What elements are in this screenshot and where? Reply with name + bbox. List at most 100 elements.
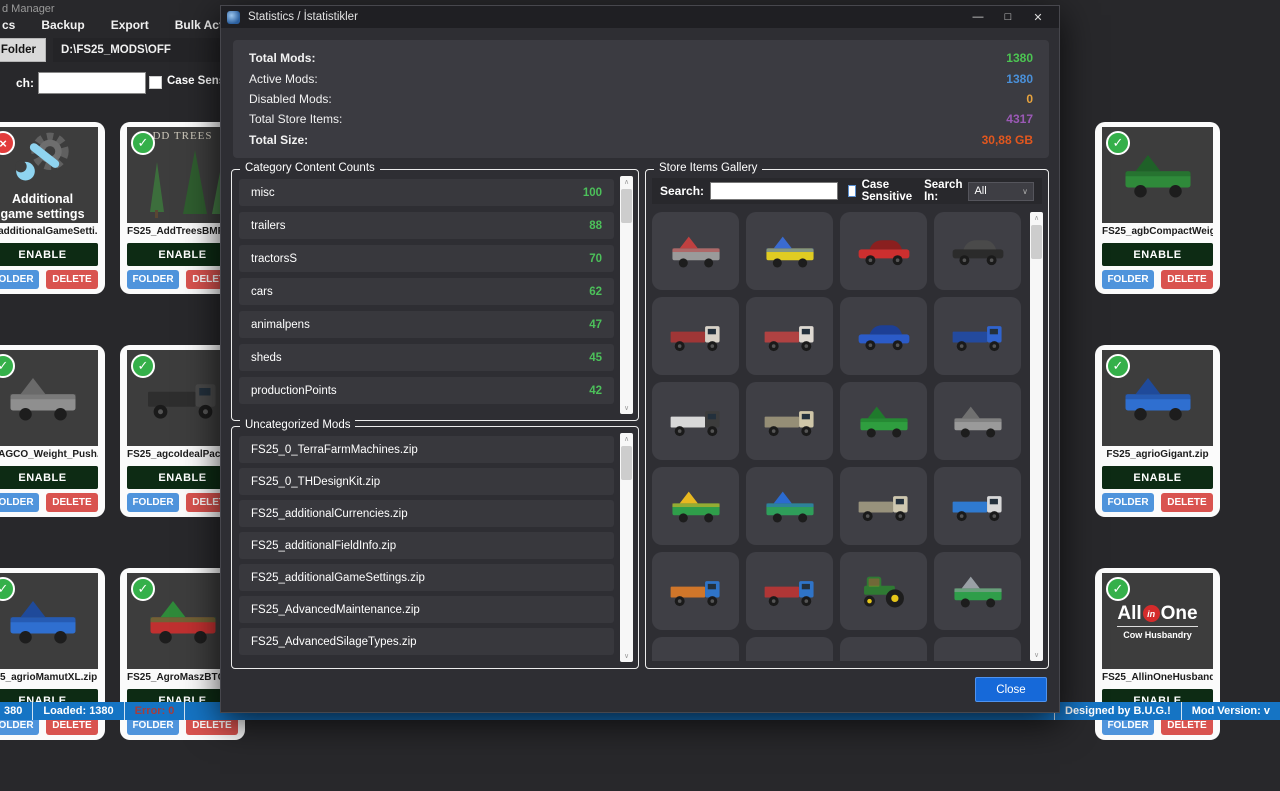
store-item-tile[interactable] [746,637,833,661]
store-item-tile[interactable] [840,467,927,545]
scroll-down-icon[interactable]: ∨ [620,402,633,414]
menu-item-backup[interactable]: Backup [41,18,84,32]
stat-value: 1380 [1006,51,1033,65]
enable-button[interactable]: ENABLE [1102,243,1213,266]
stat-label: Total Store Items: [249,112,342,126]
store-item-tile[interactable] [840,552,927,630]
store-items-gallery-title: Store Items Gallery [654,162,762,174]
close-icon[interactable]: ✕ [1023,6,1053,28]
store-item-tile[interactable] [652,552,739,630]
menu-item-export[interactable]: Export [111,18,149,32]
delete-button[interactable]: DELETE [1161,493,1213,512]
scroll-down-icon[interactable]: ∨ [620,650,633,662]
scroll-up-icon[interactable]: ∧ [620,176,633,188]
category-row[interactable]: misc 100 [239,179,614,206]
folder-button[interactable]: FOLDER [0,270,39,289]
store-item-tile[interactable] [652,212,739,290]
scroll-up-icon[interactable]: ∧ [1030,212,1043,224]
gallery-search-input[interactable] [710,182,838,200]
scroll-up-icon[interactable]: ∧ [620,433,633,445]
uncategorized-mod-row[interactable]: FS25_0_THDesignKit.zip [239,468,614,495]
category-count: 42 [589,385,602,397]
scroll-down-icon[interactable]: ∨ [1030,649,1043,661]
implement-icon [949,573,1007,609]
category-row[interactable]: productionPoints 42 [239,377,614,404]
implement-icon [1118,150,1198,200]
mod-status-badge: ✓ [1106,577,1130,601]
store-item-tile[interactable] [652,297,739,375]
store-item-tile[interactable] [652,637,739,661]
close-button[interactable]: Close [975,677,1047,702]
uncategorized-mod-row[interactable]: FS25_0_TerraFarmMachines.zip [239,436,614,463]
store-item-tile[interactable] [934,467,1021,545]
category-row[interactable]: animalpens 47 [239,311,614,338]
store-item-tile[interactable] [746,552,833,630]
scroll-thumb[interactable] [621,189,632,223]
scroll-thumb[interactable] [1031,225,1042,259]
store-item-tile[interactable] [934,297,1021,375]
uncategorized-mod-row[interactable]: FS25_AdvancedSilageTypes.zip [239,628,614,655]
uncategorized-scrollbar[interactable]: ∧ ∨ [620,433,633,662]
enable-button[interactable]: ENABLE [0,466,98,489]
store-item-tile[interactable] [746,212,833,290]
main-case-sensitive-checkbox[interactable] [149,76,162,89]
stats-summary-panel: Total Mods: 1380 Active Mods: 1380 Disab… [233,40,1049,158]
store-item-tile[interactable] [746,297,833,375]
uncategorized-mod-row[interactable]: FS25_additionalGameSettings.zip [239,564,614,591]
store-item-tile[interactable] [746,382,833,460]
store-item-tile[interactable] [934,552,1021,630]
category-row[interactable]: cars 62 [239,278,614,305]
status-segment: Loaded: 1380 [33,702,124,720]
all-in-one-logo: AllinOneCow Husbandry [1117,603,1197,640]
car-icon [855,318,913,354]
dialog-titlebar[interactable]: Statistics / İstatistikler — □ ✕ [221,6,1059,28]
folder-button[interactable]: FOLDER [127,493,179,512]
store-item-tile[interactable] [934,637,1021,661]
enable-button[interactable]: ENABLE [1102,466,1213,489]
category-row[interactable]: tractorsS 70 [239,245,614,272]
store-item-tile[interactable] [746,467,833,545]
mod-filename: FS25_additionalGameSettings.zip [251,572,425,584]
store-item-tile[interactable] [934,212,1021,290]
card-button-row: FOLDER DELETE [1102,270,1213,289]
folder-button[interactable]: FOLDER [1102,493,1154,512]
store-item-tile[interactable] [652,467,739,545]
category-row[interactable]: trailers 88 [239,212,614,239]
menu-item-cs[interactable]: cs [2,18,15,32]
category-scrollbar[interactable]: ∧ ∨ [620,176,633,414]
folder-button[interactable]: FOLDER [0,493,39,512]
gallery-case-sensitive-checkbox[interactable] [848,185,856,197]
delete-button[interactable]: DELETE [46,270,98,289]
mod-status-badge: ✓ [131,577,155,601]
store-item-tile[interactable] [840,297,927,375]
mod-filename: FS25_agbCompactWeight.... [1102,226,1213,240]
status-segment: Error: 0 [125,702,186,720]
folder-button[interactable]: FOLDER [1102,270,1154,289]
category-row[interactable]: sheds 45 [239,344,614,371]
stat-value: 4317 [1006,112,1033,126]
uncategorized-mod-row[interactable]: FS25_AdvancedMaintenance.zip [239,596,614,623]
maximize-icon[interactable]: □ [993,6,1023,28]
uncategorized-mod-row[interactable]: FS25_additionalFieldInfo.zip [239,532,614,559]
store-item-tile[interactable] [840,637,927,661]
truck-icon [855,488,913,524]
uncategorized-mod-row[interactable]: FS25_additionalCurrencies.zip [239,500,614,527]
scroll-thumb[interactable] [621,446,632,480]
implement-icon [761,233,819,269]
delete-button[interactable]: DELETE [46,493,98,512]
enable-button[interactable]: ENABLE [0,243,98,266]
store-item-tile[interactable] [934,382,1021,460]
thumb-caption: Additionalgame settings [0,192,98,221]
store-item-tile[interactable] [840,212,927,290]
gallery-search-in-dropdown[interactable]: All ∨ [968,182,1034,201]
folder-button[interactable]: FOLDER [127,270,179,289]
implement-icon [667,488,725,524]
select-folder-button[interactable]: lect Folder [0,38,46,62]
store-item-tile[interactable] [840,382,927,460]
gallery-scrollbar[interactable]: ∧ ∨ [1030,212,1043,661]
main-search-input[interactable] [38,72,146,94]
store-item-tile[interactable] [652,382,739,460]
delete-button[interactable]: DELETE [1161,270,1213,289]
category-name: misc [251,187,275,199]
minimize-icon[interactable]: — [963,6,993,28]
